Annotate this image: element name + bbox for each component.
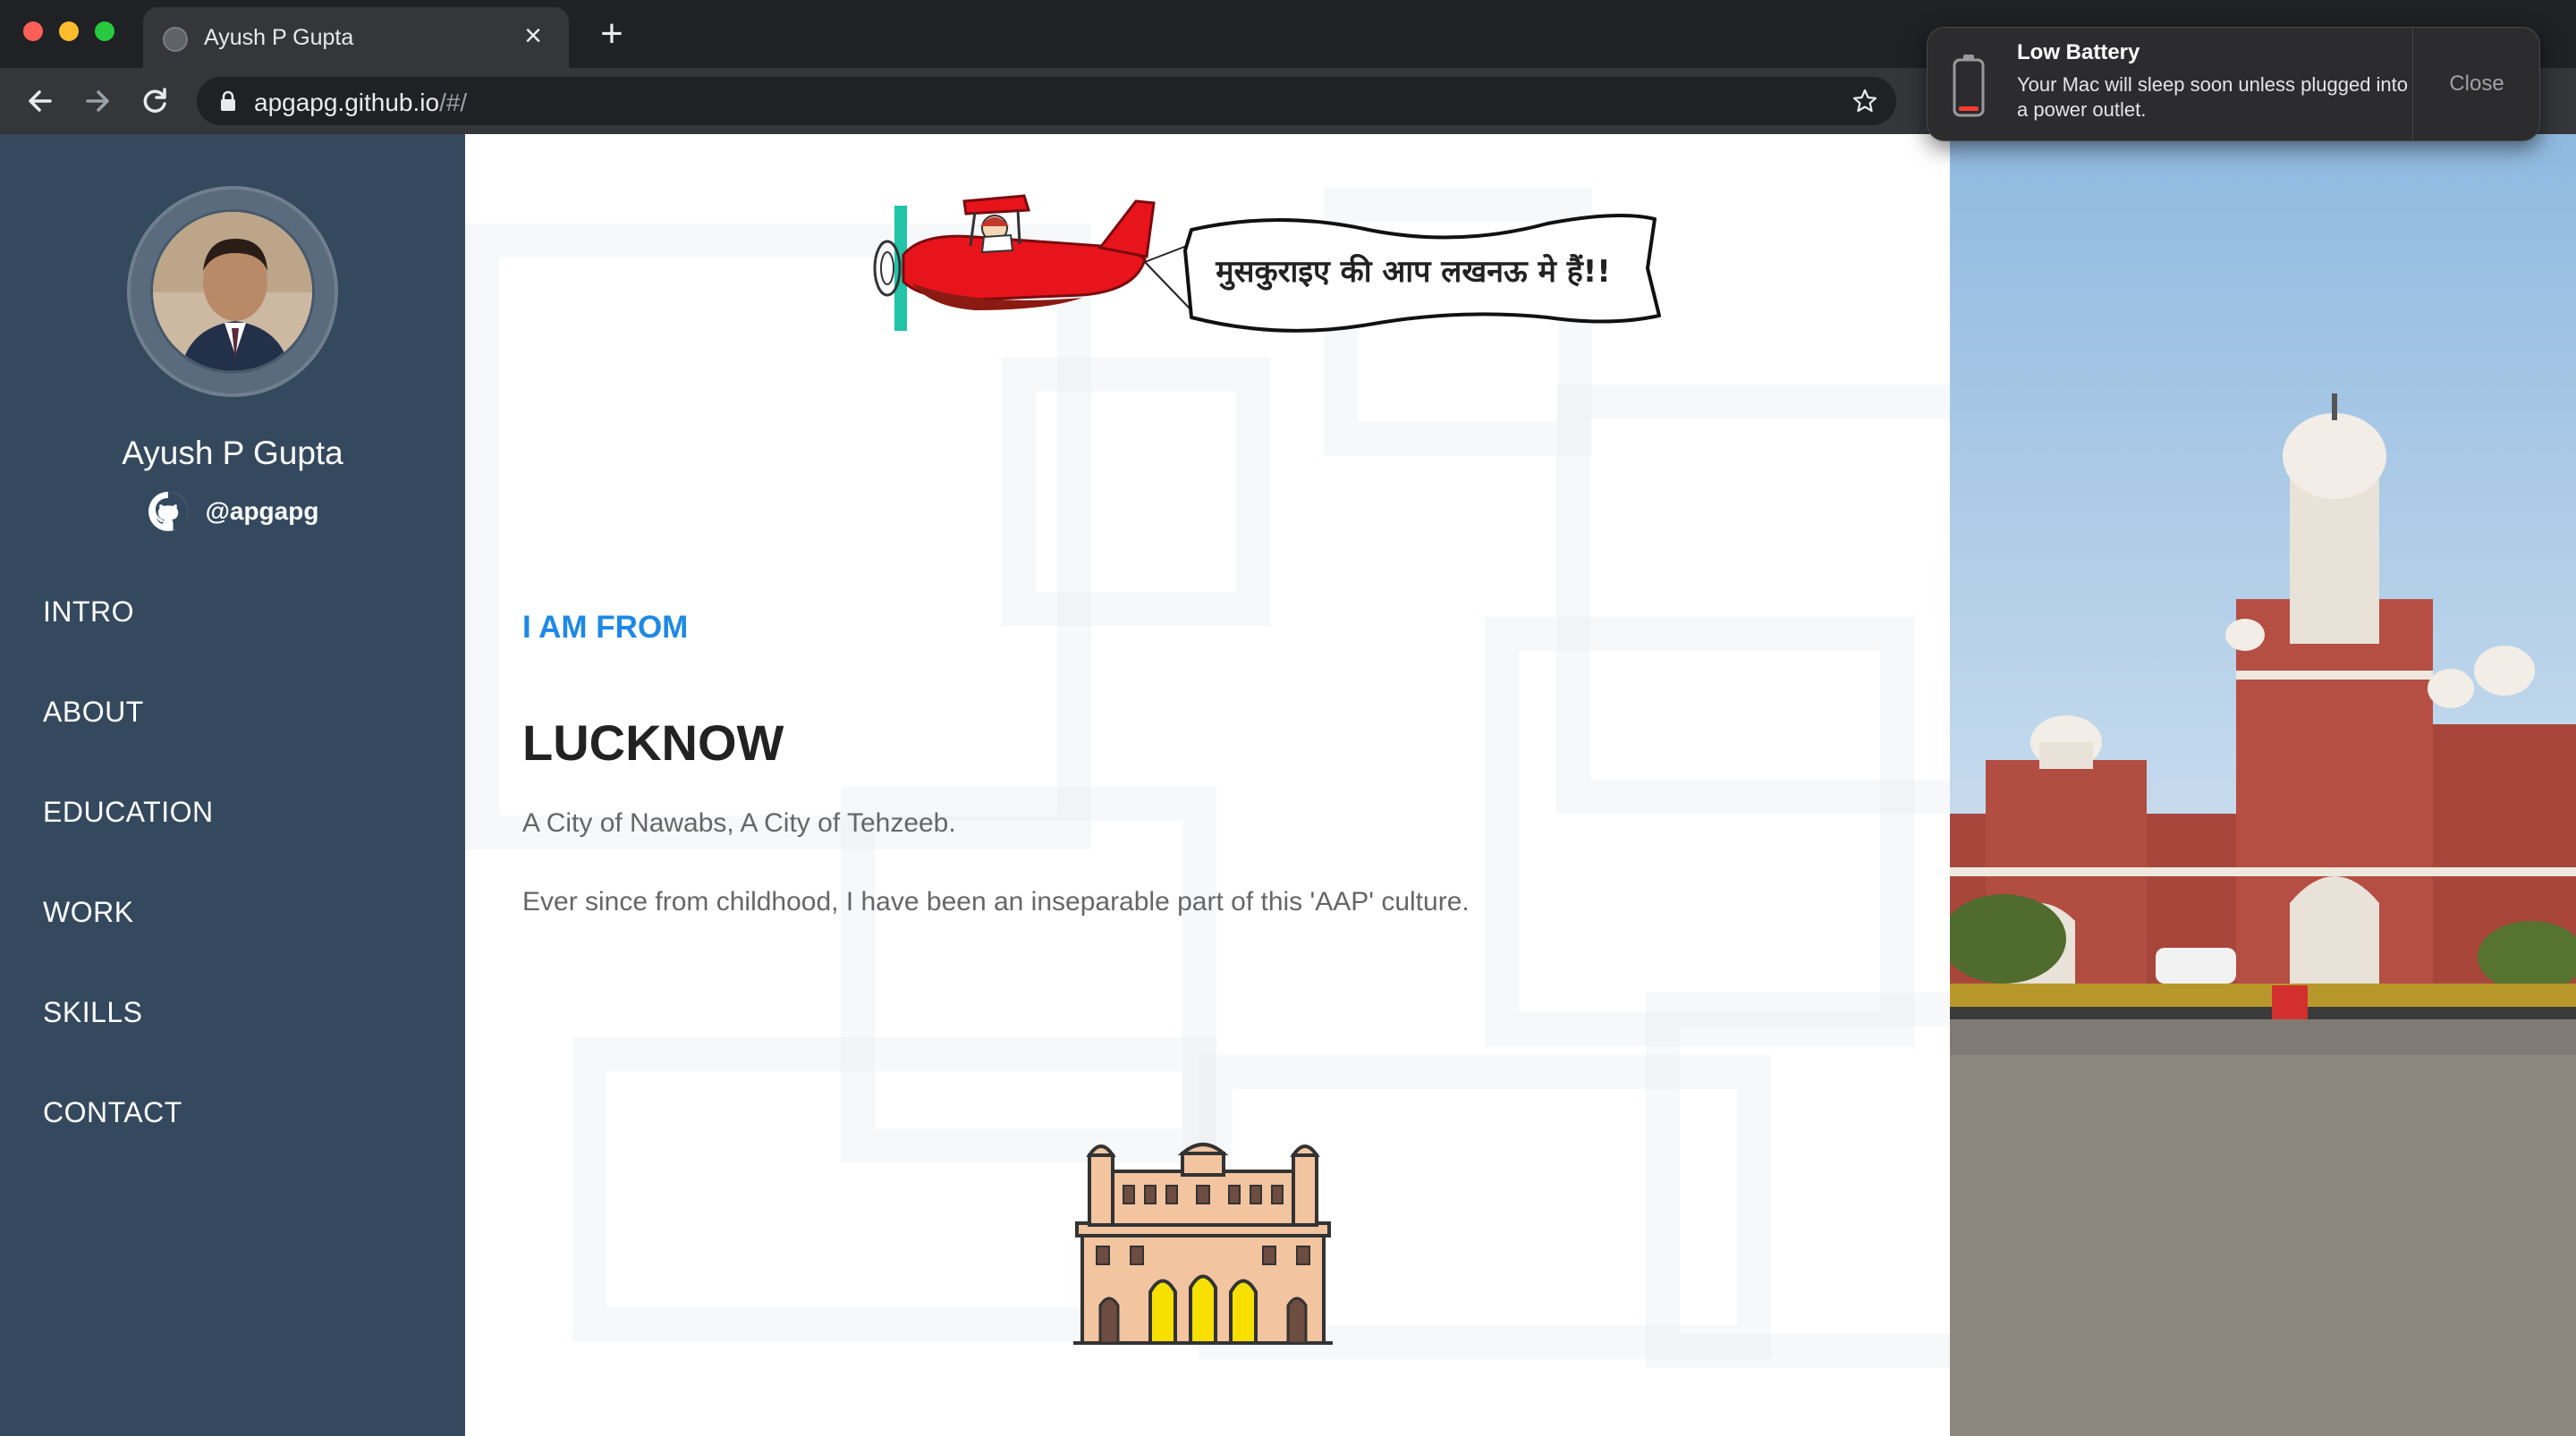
- browser-tab[interactable]: Ayush P Gupta ×: [143, 7, 569, 68]
- address-bar[interactable]: apgapg.github.io/#/: [197, 77, 1896, 125]
- back-arrow-icon[interactable]: [18, 79, 63, 123]
- notification-title: Low Battery: [2017, 40, 2140, 64]
- window-zoom-button[interactable]: [95, 21, 114, 41]
- bookmark-star-icon[interactable]: [1852, 88, 1878, 114]
- nav-item-education[interactable]: EDUCATION: [43, 796, 214, 829]
- nav-item-work[interactable]: WORK: [43, 896, 134, 929]
- nav-item-skills[interactable]: SKILLS: [43, 996, 143, 1029]
- main-content: मुसकुराइए की आप लखनऊ मे हैं!! I AM FROM …: [465, 134, 1950, 1436]
- nav-item-about[interactable]: ABOUT: [43, 696, 144, 729]
- background-pattern: [1002, 358, 1270, 626]
- tab-title: Ayush P Gupta: [204, 25, 354, 50]
- city-tagline: A City of Nawabs, A City of Tehzeeb.: [522, 808, 956, 838]
- low-battery-notification: Low Battery Your Mac will sleep soon unl…: [1927, 27, 2540, 141]
- new-tab-button[interactable]: +: [590, 13, 633, 55]
- url-text: apgapg.github.io/#/: [254, 89, 468, 116]
- city-paragraph: Ever since from childhood, I have been a…: [522, 887, 1470, 917]
- page-viewport: Ayush P Gupta @apgapg INTRO ABOUT EDUCAT…: [0, 134, 2576, 1436]
- sidebar: Ayush P Gupta @apgapg INTRO ABOUT EDUCAT…: [0, 134, 465, 1436]
- plane-banner-illustration: मुसकुराइए की आप लखनऊ मे हैं!!: [873, 194, 1661, 333]
- nav-item-contact[interactable]: CONTACT: [43, 1096, 182, 1129]
- profile-name: Ayush P Gupta: [122, 435, 343, 471]
- notification-close-button[interactable]: Close: [2413, 28, 2540, 140]
- section-kicker: I AM FROM: [522, 610, 689, 645]
- github-icon: [148, 492, 188, 531]
- tab-close-icon[interactable]: ×: [515, 18, 551, 54]
- palace-illustration: [1073, 1143, 1333, 1345]
- nav-item-intro[interactable]: INTRO: [43, 596, 134, 629]
- avatar-ring: [127, 186, 338, 397]
- background-pattern: [1485, 617, 1914, 1046]
- github-handle: @apgapg: [205, 497, 319, 525]
- reload-icon[interactable]: [132, 79, 177, 123]
- window-minimize-button[interactable]: [59, 21, 79, 41]
- notification-body: Your Mac will sleep soon unless plugged …: [2017, 73, 2409, 121]
- github-link[interactable]: @apgapg: [0, 490, 465, 533]
- battery-icon: [1953, 55, 1985, 117]
- city-heading: LUCKNOW: [522, 714, 784, 771]
- globe-icon: [163, 27, 188, 52]
- window-close-button[interactable]: [23, 21, 43, 41]
- forward-arrow-icon[interactable]: [75, 79, 120, 123]
- lock-icon: [221, 90, 235, 111]
- avatar: [150, 209, 315, 374]
- city-photo: [1950, 134, 2576, 1436]
- background-pattern: [1646, 993, 1950, 1368]
- banner-text: मुसकुराइए की आप लखनऊ मे हैं!!: [1215, 253, 1611, 291]
